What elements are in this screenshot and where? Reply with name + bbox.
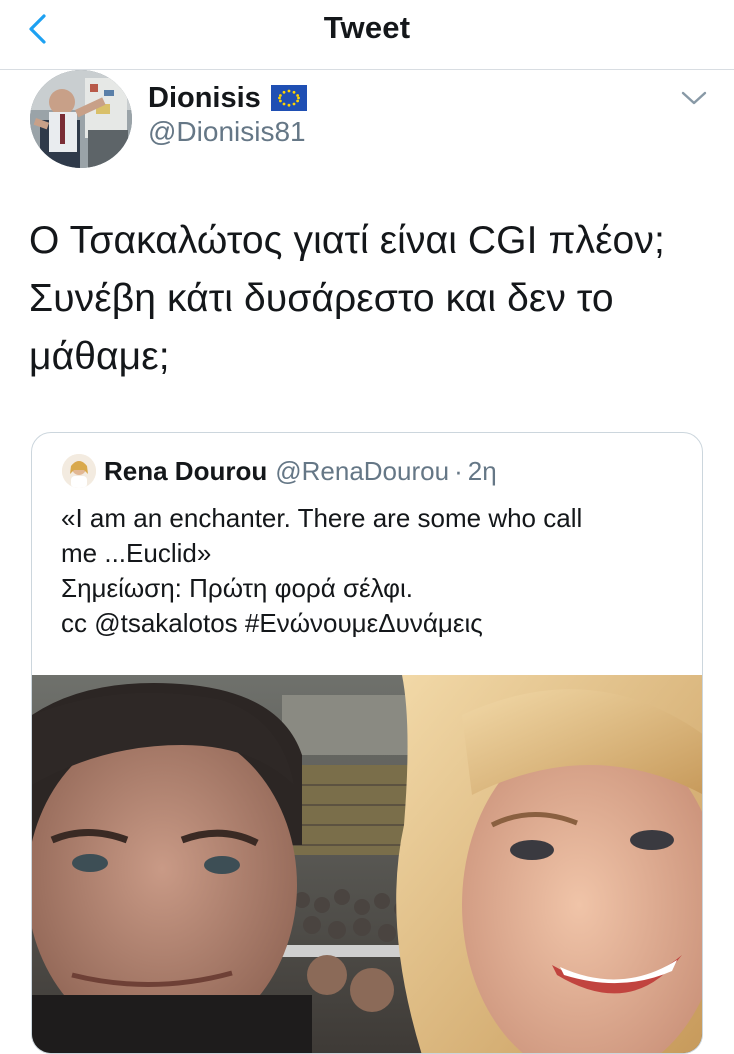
quoted-tweet-image[interactable] xyxy=(32,675,702,1053)
quoted-tweet-text: «I am an enchanter. There are some who c… xyxy=(61,503,583,638)
tweet-text: Ο Τσακαλώτος γιατί είναι CGI πλέον; Συνέ… xyxy=(29,219,665,378)
author-name-row[interactable]: Dionisis xyxy=(148,80,307,116)
quoted-author-avatar xyxy=(62,454,96,488)
page-title: Tweet xyxy=(323,10,411,45)
quoted-author-handle: @RenaDourou xyxy=(275,455,450,486)
separator-dot: · xyxy=(454,455,463,486)
eu-flag-icon xyxy=(270,85,307,111)
quoted-timestamp: 2η xyxy=(467,455,497,486)
author-avatar[interactable] xyxy=(30,70,132,168)
nav-bar: Tweet xyxy=(0,0,734,70)
quoted-tweet-header: Rena Dourou @RenaDourou · 2η xyxy=(62,451,497,491)
author-handle[interactable]: @Dionisis81 xyxy=(148,116,306,148)
author-name[interactable]: Dionisis xyxy=(148,82,261,115)
chevron-down-icon[interactable] xyxy=(680,88,708,108)
quoted-author-name: Rena Dourou xyxy=(104,455,268,486)
quoted-tweet-card[interactable]: Rena Dourou @RenaDourou · 2η «I am an en… xyxy=(31,432,703,1054)
